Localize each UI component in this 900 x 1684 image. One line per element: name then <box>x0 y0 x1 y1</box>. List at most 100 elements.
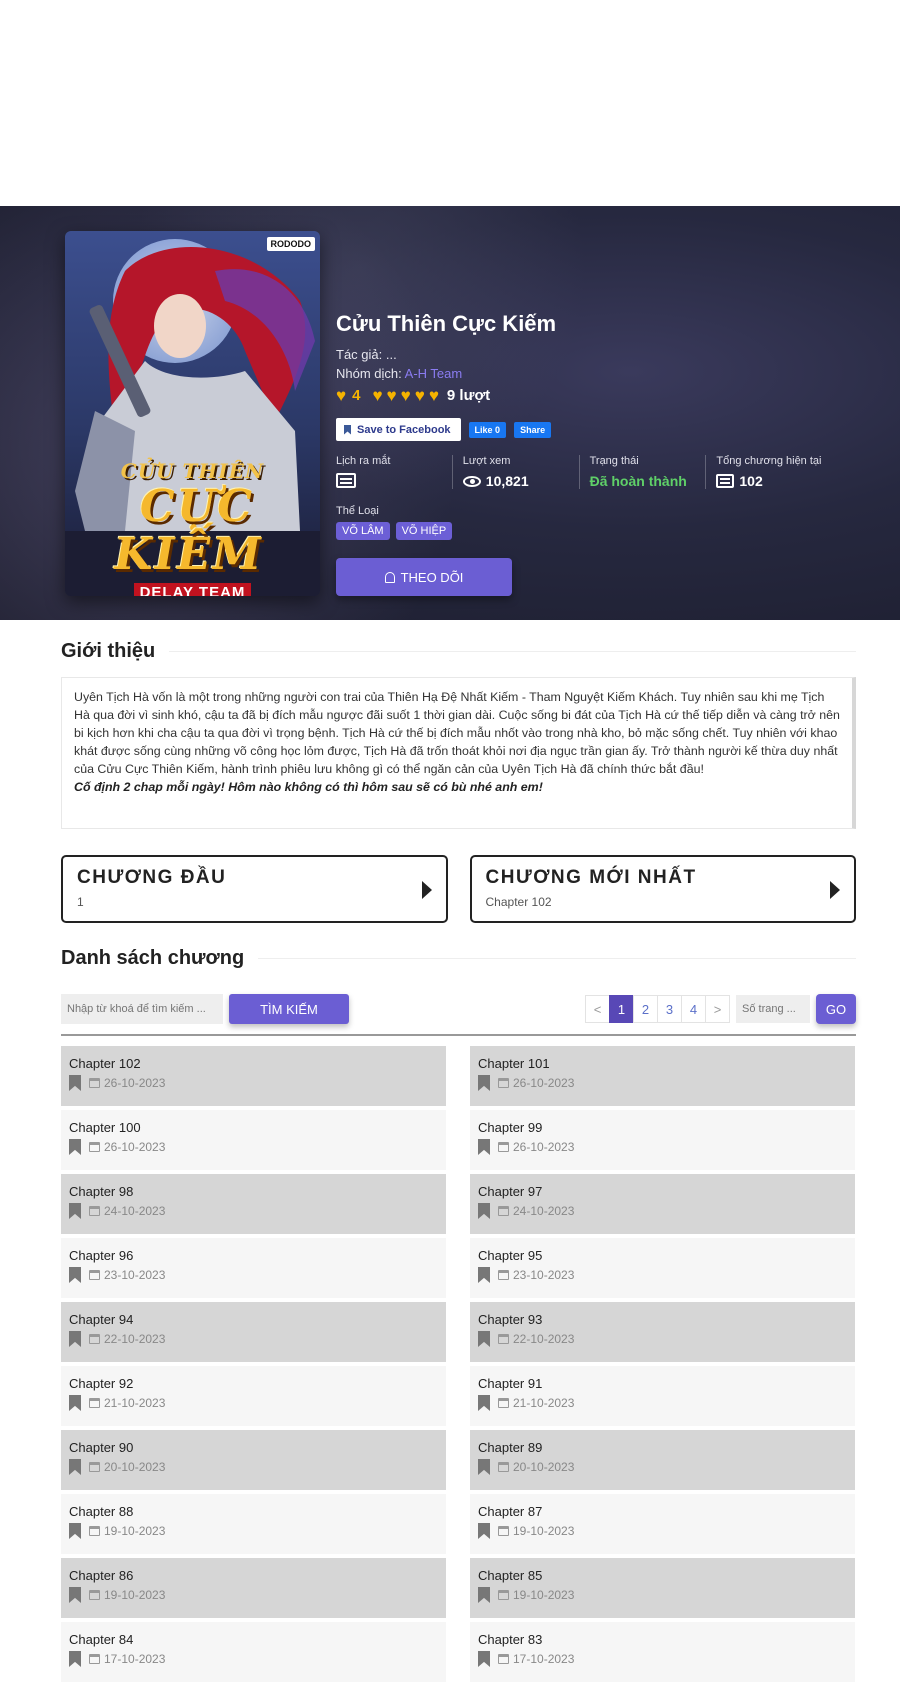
list-item[interactable]: Chapter 86 19-10-2023 <box>61 1558 446 1618</box>
chapter-date: 23-10-2023 <box>513 1268 575 1282</box>
chapter-name[interactable]: Chapter 90 <box>69 1440 438 1455</box>
chapter-name[interactable]: Chapter 94 <box>69 1312 438 1327</box>
list-item[interactable]: Chapter 83 17-10-2023 <box>470 1622 855 1682</box>
first-chapter-button[interactable]: CHƯƠNG ĐẦU 1 <box>61 855 448 923</box>
bookmark-icon[interactable] <box>478 1331 490 1347</box>
bookmark-icon[interactable] <box>69 1459 81 1475</box>
chapter-name[interactable]: Chapter 99 <box>478 1120 847 1135</box>
bookmark-icon[interactable] <box>69 1523 81 1539</box>
bookmark-icon[interactable] <box>478 1267 490 1283</box>
bell-icon <box>384 571 395 583</box>
bookmark-icon[interactable] <box>69 1267 81 1283</box>
list-item[interactable]: Chapter 87 19-10-2023 <box>470 1494 855 1554</box>
chapter-date: 21-10-2023 <box>104 1396 166 1410</box>
chapter-name[interactable]: Chapter 102 <box>69 1056 438 1071</box>
page-3[interactable]: 3 <box>657 995 682 1023</box>
bookmark-icon[interactable] <box>478 1459 490 1475</box>
page-4[interactable]: 4 <box>681 995 706 1023</box>
chapter-date: 21-10-2023 <box>513 1396 575 1410</box>
list-item[interactable]: Chapter 94 22-10-2023 <box>61 1302 446 1362</box>
page-1[interactable]: 1 <box>609 995 634 1023</box>
chapter-date: 26-10-2023 <box>104 1140 166 1154</box>
heart-icon[interactable]: ♥ <box>401 387 411 404</box>
chapter-name[interactable]: Chapter 83 <box>478 1632 847 1647</box>
chapter-name[interactable]: Chapter 89 <box>478 1440 847 1455</box>
heart-icon[interactable]: ♥ <box>372 387 382 404</box>
list-item[interactable]: Chapter 97 24-10-2023 <box>470 1174 855 1234</box>
chapter-name[interactable]: Chapter 86 <box>69 1568 438 1583</box>
chapter-name[interactable]: Chapter 95 <box>478 1248 847 1263</box>
chapter-name[interactable]: Chapter 100 <box>69 1120 438 1135</box>
first-chapter-title: CHƯƠNG ĐẦU <box>77 867 227 888</box>
bookmark-icon[interactable] <box>69 1139 81 1155</box>
chapter-name[interactable]: Chapter 98 <box>69 1184 438 1199</box>
cover-image[interactable]: RODODO CỬU THIÊN CỰC KIẾM DELAY TEAM <box>65 231 320 596</box>
bookmark-icon[interactable] <box>69 1651 81 1667</box>
bookmark-icon[interactable] <box>478 1523 490 1539</box>
save-to-facebook-label: Save to Facebook <box>357 423 451 436</box>
chapter-name[interactable]: Chapter 101 <box>478 1056 847 1071</box>
heart-icon[interactable]: ♥ <box>415 387 425 404</box>
chapter-name[interactable]: Chapter 85 <box>478 1568 847 1583</box>
facebook-like-button[interactable]: Like 0 <box>468 421 507 438</box>
genre-tag[interactable]: VÕ HIỆP <box>395 522 453 540</box>
bookmark-icon[interactable] <box>478 1139 490 1155</box>
bookmark-icon[interactable] <box>69 1587 81 1603</box>
bookmark-icon[interactable] <box>69 1075 81 1091</box>
calendar-icon <box>89 1526 100 1536</box>
bookmark-icon[interactable] <box>478 1075 490 1091</box>
chapter-search-input[interactable] <box>61 994 223 1024</box>
search-button[interactable]: TÌM KIẾM <box>229 994 349 1024</box>
list-item[interactable]: Chapter 101 26-10-2023 <box>470 1046 855 1106</box>
chapter-date: 23-10-2023 <box>104 1268 166 1282</box>
chapter-name[interactable]: Chapter 92 <box>69 1376 438 1391</box>
bookmark-icon[interactable] <box>478 1587 490 1603</box>
facebook-share-button[interactable]: Share <box>514 421 552 438</box>
list-item[interactable]: Chapter 85 19-10-2023 <box>470 1558 855 1618</box>
bookmark-icon[interactable] <box>69 1395 81 1411</box>
page-prev[interactable]: < <box>585 995 610 1023</box>
chapter-name[interactable]: Chapter 88 <box>69 1504 438 1519</box>
list-item[interactable]: Chapter 100 26-10-2023 <box>61 1110 446 1170</box>
heart-icon: ♥ <box>336 386 347 405</box>
list-item[interactable]: Chapter 91 21-10-2023 <box>470 1366 855 1426</box>
heart-icon[interactable]: ♥ <box>429 387 439 404</box>
genre-tag[interactable]: VÕ LÂM <box>336 522 390 540</box>
publisher-logo: RODODO <box>266 237 315 251</box>
stat-views: Lượt xem 10,821 <box>462 455 580 489</box>
bookmark-icon[interactable] <box>478 1203 490 1219</box>
bookmark-icon[interactable] <box>69 1331 81 1347</box>
group-link[interactable]: A-H Team <box>405 366 463 381</box>
chapter-name[interactable]: Chapter 91 <box>478 1376 847 1391</box>
bookmark-icon[interactable] <box>69 1203 81 1219</box>
group-line: Nhóm dịch: A-H Team <box>336 366 856 381</box>
save-to-facebook-button[interactable]: Save to Facebook <box>336 418 461 441</box>
list-item[interactable]: Chapter 99 26-10-2023 <box>470 1110 855 1170</box>
chapter-name[interactable]: Chapter 93 <box>478 1312 847 1327</box>
list-item[interactable]: Chapter 90 20-10-2023 <box>61 1430 446 1490</box>
bookmark-icon[interactable] <box>478 1651 490 1667</box>
heart-icon[interactable]: ♥ <box>387 387 397 404</box>
list-item[interactable]: Chapter 92 21-10-2023 <box>61 1366 446 1426</box>
chapter-name[interactable]: Chapter 87 <box>478 1504 847 1519</box>
latest-chapter-button[interactable]: CHƯƠNG MỚI NHẤT Chapter 102 <box>469 855 856 923</box>
page-next[interactable]: > <box>705 995 730 1023</box>
bookmark-icon[interactable] <box>478 1395 490 1411</box>
list-item[interactable]: Chapter 102 26-10-2023 <box>61 1046 446 1106</box>
rating-votes: 9 lượt <box>446 387 491 404</box>
chapter-date: 24-10-2023 <box>104 1204 166 1218</box>
list-item[interactable]: Chapter 95 23-10-2023 <box>470 1238 855 1298</box>
go-button[interactable]: GO <box>816 994 856 1024</box>
chapter-name[interactable]: Chapter 97 <box>478 1184 847 1199</box>
page-2[interactable]: 2 <box>633 995 658 1023</box>
chapter-name[interactable]: Chapter 84 <box>69 1632 438 1647</box>
follow-button[interactable]: THEO DÕI <box>336 558 512 596</box>
page-number-input[interactable] <box>736 995 810 1023</box>
list-item[interactable]: Chapter 89 20-10-2023 <box>470 1430 855 1490</box>
list-item[interactable]: Chapter 93 22-10-2023 <box>470 1302 855 1362</box>
list-item[interactable]: Chapter 88 19-10-2023 <box>61 1494 446 1554</box>
list-item[interactable]: Chapter 98 24-10-2023 <box>61 1174 446 1234</box>
chapter-name[interactable]: Chapter 96 <box>69 1248 438 1263</box>
list-item[interactable]: Chapter 96 23-10-2023 <box>61 1238 446 1298</box>
list-item[interactable]: Chapter 84 17-10-2023 <box>61 1622 446 1682</box>
